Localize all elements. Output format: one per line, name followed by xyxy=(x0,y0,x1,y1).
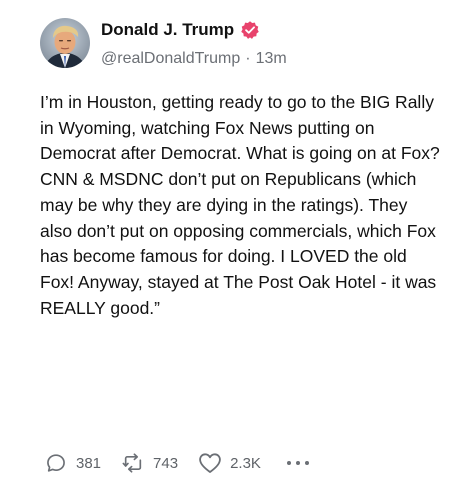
meta-row: @realDonaldTrump · 13m xyxy=(101,44,454,74)
action-bar: 381 743 2.3K xyxy=(44,450,314,476)
like-button[interactable]: 2.3K xyxy=(198,451,261,475)
more-dot xyxy=(295,461,300,465)
meta-separator: · xyxy=(245,50,251,67)
repost-button[interactable]: 743 xyxy=(121,451,178,475)
post-header: Donald J. Trump @realDonaldTrump · 13m xyxy=(101,16,454,74)
repost-icon xyxy=(121,451,145,475)
reply-button[interactable]: 381 xyxy=(44,451,101,475)
reply-count: 381 xyxy=(76,454,102,472)
timestamp[interactable]: 13m xyxy=(256,50,287,68)
display-name[interactable]: Donald J. Trump xyxy=(101,20,234,40)
avatar[interactable] xyxy=(40,18,90,68)
reply-icon xyxy=(44,451,68,475)
more-dot xyxy=(286,461,291,465)
name-row: Donald J. Trump xyxy=(101,16,454,44)
more-options-icon[interactable] xyxy=(286,461,314,465)
repost-count: 743 xyxy=(153,454,179,472)
like-count: 2.3K xyxy=(230,454,261,472)
post-text: I’m in Houston, getting ready to go to t… xyxy=(40,92,445,318)
handle[interactable]: @realDonaldTrump xyxy=(101,50,240,68)
avatar-image xyxy=(40,18,90,68)
more-dot xyxy=(304,461,309,465)
heart-icon xyxy=(198,451,222,475)
post-card: Donald J. Trump @realDonaldTrump · 13m I… xyxy=(0,0,464,500)
verified-badge-icon xyxy=(240,20,260,40)
